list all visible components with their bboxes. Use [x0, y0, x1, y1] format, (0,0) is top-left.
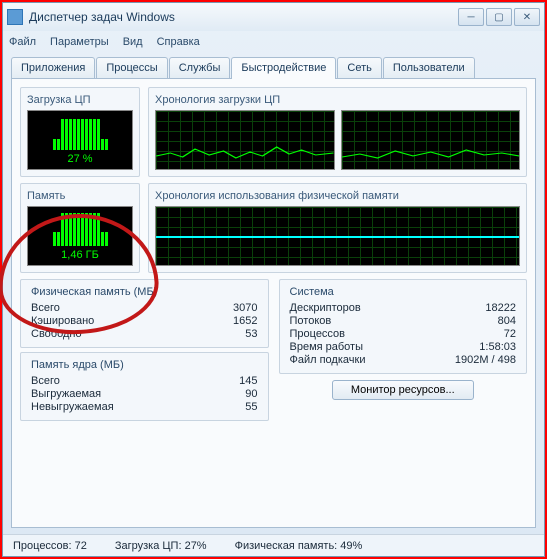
cpu-gauge-label: Загрузка ЦП	[27, 94, 133, 106]
resource-monitor-button[interactable]: Монитор ресурсов...	[332, 380, 474, 400]
menu-help[interactable]: Справка	[157, 36, 200, 48]
statusbar: Процессов: 72 Загрузка ЦП: 27% Физическа…	[3, 534, 544, 556]
cpu-gauge: 27 %	[27, 110, 133, 170]
mem-gauge: 1,46 ГБ	[27, 206, 133, 266]
menubar: Файл Параметры Вид Справка	[3, 31, 544, 53]
table-row: Файл подкачки1902M / 498	[290, 354, 517, 366]
kernel-title: Память ядра (МБ)	[31, 359, 258, 371]
mem-gauge-label: Память	[27, 190, 133, 202]
app-icon	[7, 9, 23, 25]
table-row: Потоков804	[290, 315, 517, 327]
maximize-button[interactable]: ▢	[486, 8, 512, 26]
window-title: Диспетчер задач Windows	[29, 10, 458, 24]
mem-gauge-box: Память 1,46 ГБ	[20, 183, 140, 273]
mem-gauge-value: 1,46 ГБ	[61, 249, 99, 261]
table-row: Время работы1:58:03	[290, 341, 517, 353]
tabstrip: Приложения Процессы Службы Быстродействи…	[3, 53, 544, 78]
kernel-memory-panel: Память ядра (МБ) Всего145 Выгружаемая90 …	[20, 352, 269, 421]
status-cpu: Загрузка ЦП: 27%	[115, 540, 207, 552]
cpu-bars	[53, 116, 108, 150]
performance-panel: Загрузка ЦП 27 % Хронология загрузки ЦП …	[11, 78, 536, 528]
close-button[interactable]: ✕	[514, 8, 540, 26]
menu-file[interactable]: Файл	[9, 36, 36, 48]
table-row: Всего145	[31, 375, 258, 387]
tab-users[interactable]: Пользователи	[383, 57, 475, 78]
table-row: Процессов72	[290, 328, 517, 340]
mem-line	[156, 236, 519, 238]
tab-network[interactable]: Сеть	[337, 57, 381, 78]
system-panel: Система Дескрипторов18222 Потоков804 Про…	[279, 279, 528, 374]
tab-processes[interactable]: Процессы	[96, 57, 167, 78]
menu-options[interactable]: Параметры	[50, 36, 109, 48]
table-row: Кэшировано1652	[31, 315, 258, 327]
cpu-gauge-box: Загрузка ЦП 27 %	[20, 87, 140, 177]
tab-services[interactable]: Службы	[169, 57, 231, 78]
mem-history-label: Хронология использования физической памя…	[155, 190, 520, 202]
menu-view[interactable]: Вид	[123, 36, 143, 48]
cpu-history-label: Хронология загрузки ЦП	[155, 94, 520, 106]
system-title: Система	[290, 286, 517, 298]
tab-performance[interactable]: Быстродействие	[231, 57, 336, 79]
status-processes: Процессов: 72	[13, 540, 87, 552]
cpu-gauge-value: 27 %	[67, 153, 92, 165]
mem-history-box: Хронология использования физической памя…	[148, 183, 527, 273]
cpu-history-graph-1	[155, 110, 335, 170]
physical-memory-panel: Физическая память (МБ) Всего3070 Кэширов…	[20, 279, 269, 348]
mem-history-graph	[155, 206, 520, 266]
mem-bars	[53, 212, 108, 246]
table-row: Невыгружаемая55	[31, 401, 258, 413]
phys-title: Физическая память (МБ)	[31, 286, 258, 298]
minimize-button[interactable]: ─	[458, 8, 484, 26]
table-row: Всего3070	[31, 302, 258, 314]
table-row: Дескрипторов18222	[290, 302, 517, 314]
table-row: Свободно53	[31, 328, 258, 340]
cpu-history-graph-2	[341, 110, 521, 170]
status-memory: Физическая память: 49%	[235, 540, 363, 552]
titlebar: Диспетчер задач Windows ─ ▢ ✕	[3, 3, 544, 31]
table-row: Выгружаемая90	[31, 388, 258, 400]
tab-applications[interactable]: Приложения	[11, 57, 95, 78]
cpu-history-box: Хронология загрузки ЦП	[148, 87, 527, 177]
